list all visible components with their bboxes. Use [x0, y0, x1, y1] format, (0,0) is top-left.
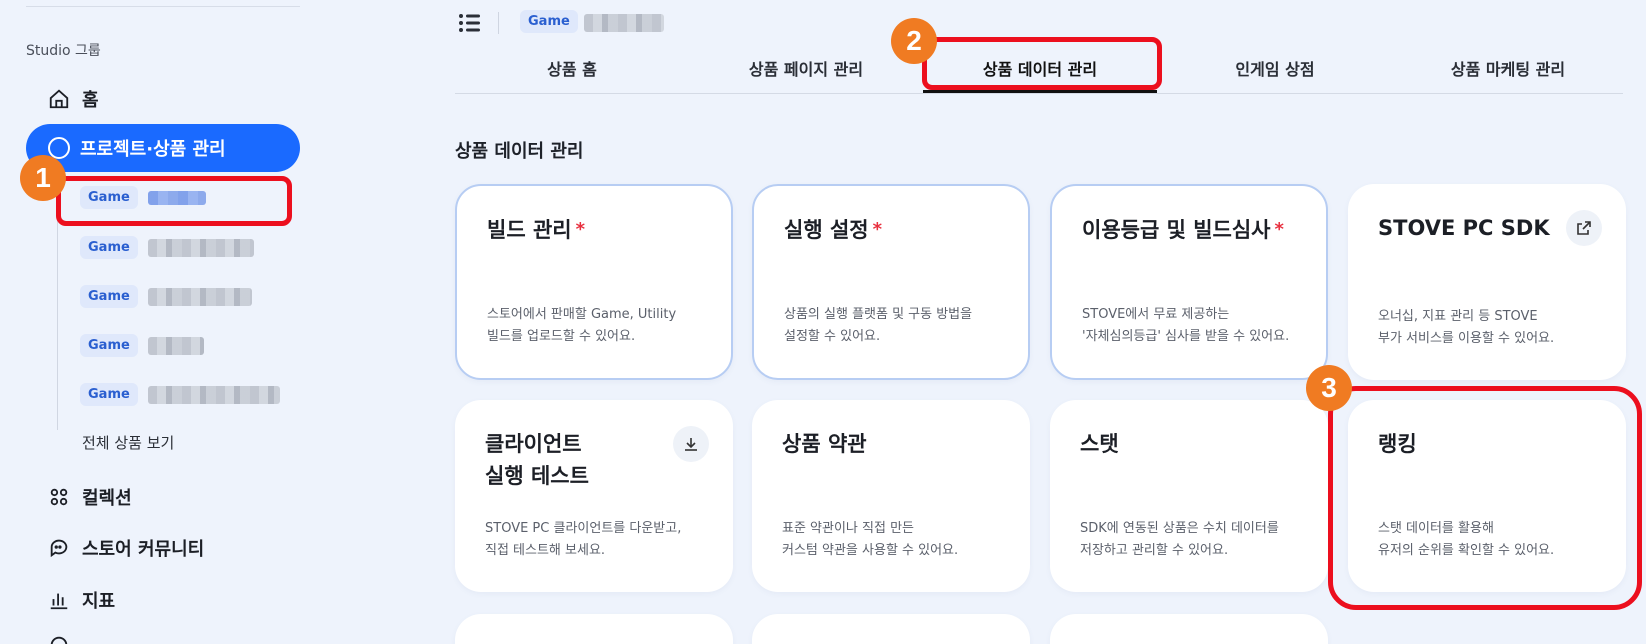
desc-line: 커스텀 약관을 사용할 수 있어요.: [782, 543, 959, 558]
desc-line: 빌드를 업로드할 수 있어요.: [487, 329, 636, 344]
nav-store-community[interactable]: 스토어 커뮤니티: [48, 535, 204, 561]
card-title-text: 빌드 관리: [487, 218, 572, 242]
desc-line: 오너십, 지표 관리 등 STOVE: [1378, 309, 1538, 324]
card-description: 오너십, 지표 관리 등 STOVE 부가 서비스를 이용할 수 있어요.: [1378, 306, 1554, 350]
card-title-line: 클라이언트: [485, 432, 582, 456]
header-divider: [498, 12, 499, 34]
required-mark: *: [872, 219, 883, 240]
card-product-terms[interactable]: 상품 약관 표준 약관이나 직접 만든커스텀 약관을 사용할 수 있어요.: [752, 400, 1030, 592]
partial-icon: [50, 636, 68, 644]
desc-line: 부가 서비스를 이용할 수 있어요.: [1378, 331, 1555, 346]
card-title: 상품 약관: [782, 432, 867, 456]
desc-line: 직접 테스트해 보세요.: [485, 543, 606, 558]
nav-home-label: 홈: [82, 90, 99, 111]
nav-community-label: 스토어 커뮤니티: [82, 539, 205, 560]
sidebar-game-item[interactable]: Game: [80, 334, 204, 357]
card-title-line: 실행 테스트: [485, 464, 589, 488]
step-badge-1: 1: [20, 155, 66, 201]
card-partial[interactable]: [455, 614, 733, 644]
bar-chart-icon: [50, 593, 68, 610]
blurred-game-name: [147, 238, 254, 257]
highlight-box-1: [56, 176, 292, 226]
external-link-button[interactable]: [1566, 210, 1602, 246]
tab-product-page-management[interactable]: 상품 페이지 관리: [749, 56, 863, 80]
blurred-game-name: [147, 336, 204, 355]
chat-icon: [50, 539, 68, 558]
card-description: 스토어에서 판매할 Game, Utility 빌드를 업로드할 수 있어요.: [487, 304, 676, 348]
tab-product-home[interactable]: 상품 홈: [547, 56, 597, 80]
desc-line: 표준 약관이나 직접 만든: [782, 521, 914, 536]
nav-collection-label: 컬렉션: [82, 488, 132, 509]
game-tag: Game: [80, 383, 138, 406]
tab-product-marketing[interactable]: 상품 마케팅 관리: [1451, 56, 1565, 80]
collection-icon: [50, 488, 68, 506]
desc-line: STOVE에서 무료 제공하는: [1082, 307, 1230, 322]
desc-line: 설정할 수 있어요.: [784, 329, 881, 344]
card-client-run-test[interactable]: 클라이언트실행 테스트 STOVE PC 클라이언트를 다운받고, 직접 테스트해…: [455, 400, 733, 592]
nav-project-product-management[interactable]: 프로젝트·상품 관리: [26, 124, 300, 172]
tab-ingame-store[interactable]: 인게임 상점: [1235, 56, 1314, 80]
sidebar-game-item[interactable]: Game: [80, 236, 254, 259]
card-description: 상품의 실행 플랫폼 및 구동 방법을설정할 수 있어요.: [784, 304, 972, 348]
home-icon: [49, 89, 69, 109]
blurred-game-name: [147, 287, 252, 306]
download-button[interactable]: [673, 426, 709, 462]
nav-collection[interactable]: 컬렉션: [48, 484, 132, 510]
section-title: 상품 데이터 관리: [455, 141, 584, 162]
card-run-settings[interactable]: 실행 설정 * 상품의 실행 플랫폼 및 구동 방법을설정할 수 있어요.: [752, 184, 1030, 380]
step-badge-3: 3: [1306, 365, 1352, 411]
card-title-text: 실행 설정: [784, 218, 869, 242]
card-description: 표준 약관이나 직접 만든커스텀 약관을 사용할 수 있어요.: [782, 518, 958, 562]
nav-more[interactable]: [48, 634, 70, 644]
card-title: 이용등급 및 빌드심사 *: [1082, 214, 1296, 246]
card-partial[interactable]: [1050, 614, 1328, 644]
blurred-header-game-name: [584, 14, 664, 32]
desc-line: '자체심의등급' 심사를 받을 수 있어요.: [1082, 329, 1290, 344]
card-build-management[interactable]: 빌드 관리 * 스토어에서 판매할 Game, Utility 빌드를 업로드할 수…: [455, 184, 733, 380]
sidebar-game-item[interactable]: Game: [80, 285, 252, 308]
required-mark: *: [1274, 219, 1284, 240]
game-tag: Game: [80, 285, 138, 308]
card-title-text: 이용등급 및 빌드심사: [1082, 218, 1271, 242]
nav-stats[interactable]: 지표: [48, 587, 115, 613]
card-stove-pc-sdk[interactable]: STOVE PC SDK 오너십, 지표 관리 등 STOVE 부가 서비스를 이…: [1348, 184, 1626, 380]
blurred-game-name: [147, 385, 280, 404]
card-rating-build-review[interactable]: 이용등급 및 빌드심사 * STOVE에서 무료 제공하는 '자체심의등급' 심사를…: [1050, 184, 1328, 380]
card-title: 실행 설정 *: [784, 214, 998, 246]
desc-line: STOVE PC 클라이언트를 다운받고,: [485, 521, 682, 536]
download-icon: [685, 438, 697, 451]
desc-line: 상품의 실행 플랫폼 및 구동 방법을: [784, 307, 973, 322]
card-description: STOVE PC 클라이언트를 다운받고, 직접 테스트해 보세요.: [485, 518, 681, 562]
game-tag: Game: [80, 236, 138, 259]
desc-line: SDK에 연동된 상품은 수치 데이터를: [1080, 521, 1279, 536]
highlight-box-2: [922, 37, 1162, 90]
desc-line: 스토어에서 판매할 Game, Utility: [487, 307, 677, 322]
external-link-icon: [1577, 221, 1591, 235]
view-all-products-link[interactable]: 전체 상품 보기: [82, 432, 174, 453]
nav-stats-label: 지표: [82, 591, 116, 612]
game-tag: Game: [80, 334, 138, 357]
card-description: SDK에 연동된 상품은 수치 데이터를저장하고 관리할 수 있어요.: [1080, 518, 1279, 562]
card-title: 스탯: [1080, 432, 1119, 456]
sidebar-game-item[interactable]: Game: [80, 383, 280, 406]
card-title: 빌드 관리 *: [487, 214, 701, 246]
card-partial[interactable]: [752, 614, 1030, 644]
sidebar: Studio 그룹 홈 프로젝트·상품 관리 Game Game Game Ga…: [0, 0, 320, 644]
nav-home[interactable]: 홈: [48, 86, 99, 112]
card-stats[interactable]: 스탯 SDK에 연동된 상품은 수치 데이터를저장하고 관리할 수 있어요.: [1050, 400, 1328, 592]
active-tab-indicator: [923, 90, 1157, 93]
desc-line: 저장하고 관리할 수 있어요.: [1080, 543, 1229, 558]
group-label: Studio 그룹: [26, 43, 101, 59]
required-mark: *: [575, 219, 586, 240]
nav-active-label: 프로젝트·상품 관리: [80, 139, 226, 160]
highlight-box-3: [1328, 386, 1642, 610]
step-badge-2: 2: [891, 18, 937, 64]
list-menu-icon[interactable]: [458, 13, 480, 33]
card-description: STOVE에서 무료 제공하는 '자체심의등급' 심사를 받을 수 있어요.: [1082, 304, 1289, 348]
header-game-tag: Game: [520, 10, 578, 33]
card-title: STOVE PC SDK: [1378, 216, 1550, 240]
card-title: 클라이언트실행 테스트: [485, 428, 703, 492]
divider: [26, 6, 300, 7]
